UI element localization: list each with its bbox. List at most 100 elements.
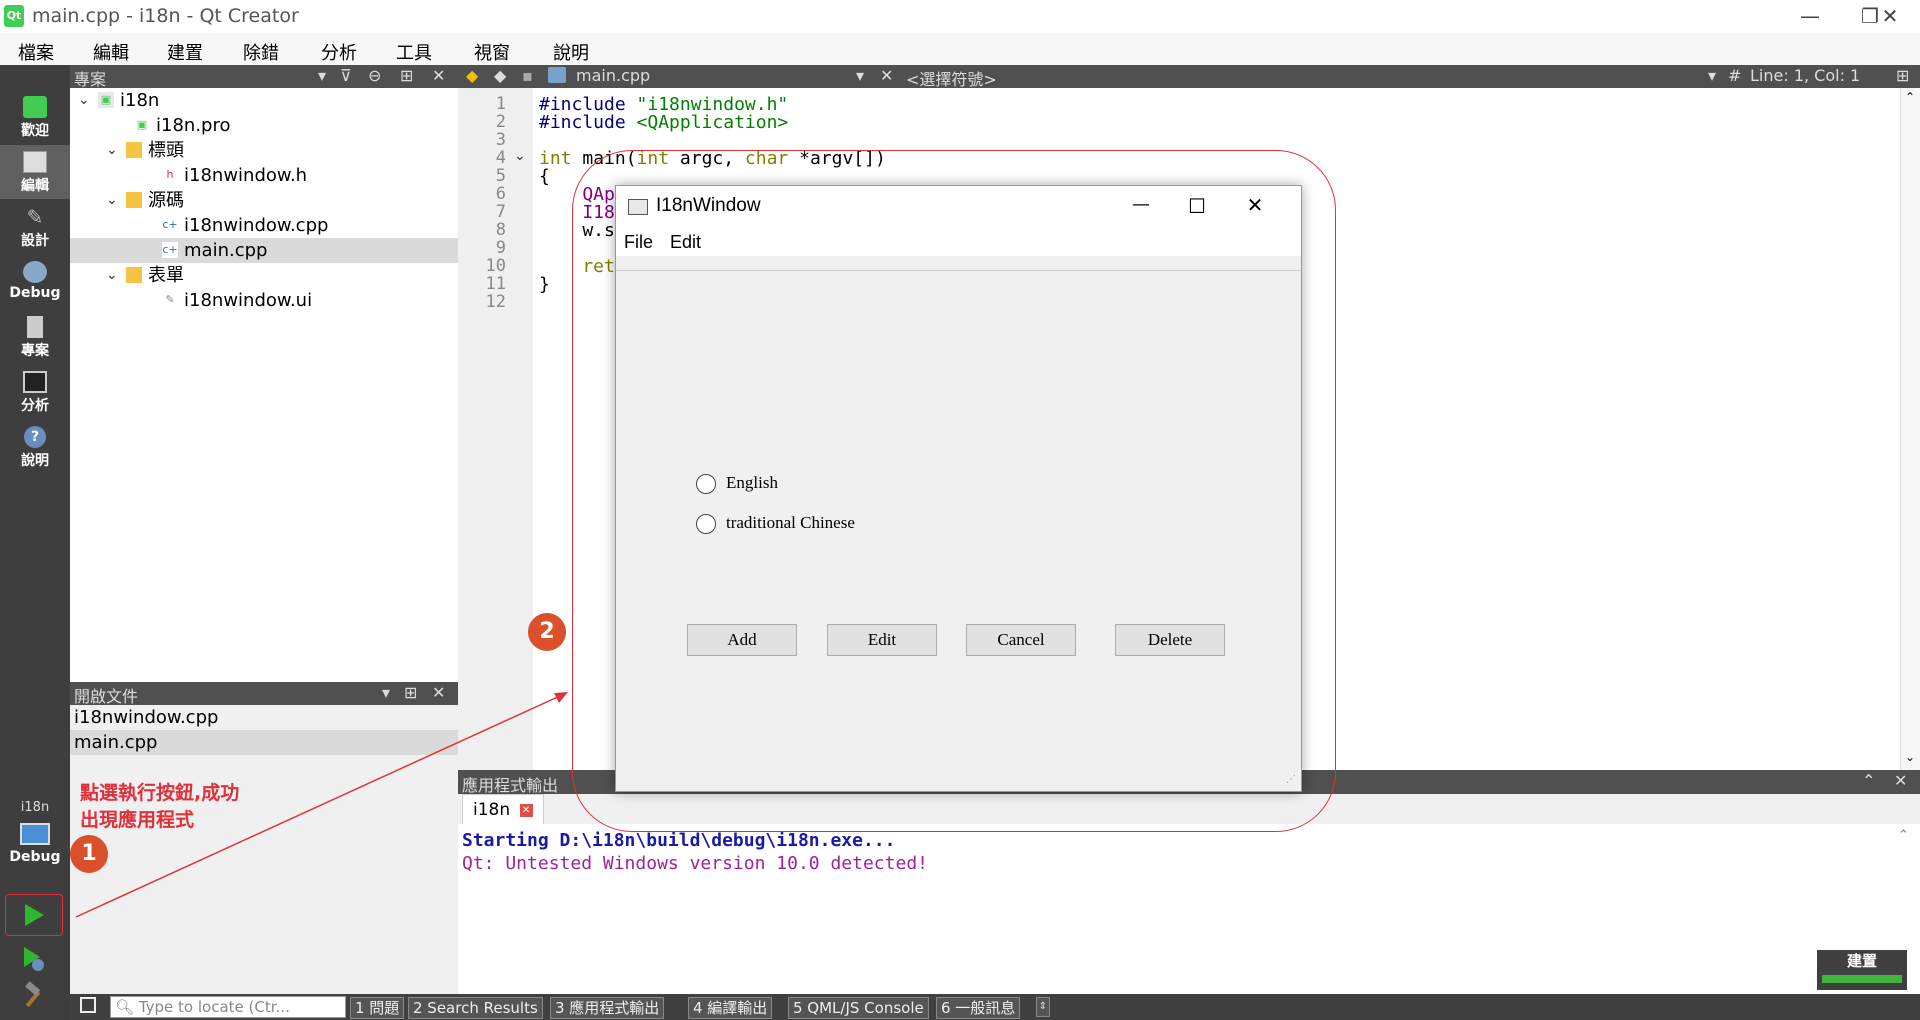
minimize-icon[interactable]: — bbox=[1780, 0, 1840, 33]
forward-icon[interactable]: ◆ bbox=[494, 66, 506, 85]
tree-item[interactable]: h i18nwindow.h bbox=[70, 163, 458, 188]
kit-selector[interactable]: Debug bbox=[0, 823, 70, 873]
output-line: Qt: Untested Windows version 10.0 detect… bbox=[462, 853, 928, 874]
tree-item[interactable]: ⌄ 表單 bbox=[70, 263, 458, 288]
maximize-pane-icon[interactable]: ⌃ bbox=[1862, 771, 1875, 790]
mode-debug[interactable]: Debug bbox=[0, 255, 70, 309]
stop-icon[interactable]: ✕ bbox=[519, 803, 533, 817]
scroll-down-icon[interactable]: ⌄ bbox=[1905, 750, 1915, 764]
menu-tools[interactable]: 工具 bbox=[396, 39, 432, 65]
filter-icon[interactable]: ⊽ bbox=[340, 66, 352, 85]
status-tab-search[interactable]: 2 Search Results bbox=[408, 997, 543, 1019]
line-number: 8 bbox=[495, 220, 506, 240]
edit-button[interactable]: Edit bbox=[827, 624, 937, 656]
mode-design[interactable]: ✎ 設計 bbox=[0, 200, 70, 254]
editor-scrollbar[interactable]: ⌃ ⌄ bbox=[1900, 88, 1920, 770]
line-number: 12 bbox=[485, 292, 506, 312]
status-bar: 🔍︎ Type to locate (Ctr... 1 問題 2 Search … bbox=[70, 994, 1920, 1020]
scroll-up-icon[interactable]: ⌃ bbox=[1905, 90, 1915, 104]
close-file-icon[interactable]: ✕ bbox=[880, 66, 893, 85]
debug-run-button[interactable] bbox=[18, 943, 48, 973]
link-icon[interactable]: ⊖ bbox=[368, 66, 381, 85]
radio-button[interactable] bbox=[696, 474, 716, 494]
cpp-file-icon: c+ bbox=[162, 242, 178, 258]
tree-item-label: i18nwindow.h bbox=[184, 165, 308, 186]
design-icon: ✎ bbox=[26, 205, 44, 229]
status-tab-qml-console[interactable]: 5 QML/JS Console bbox=[788, 997, 929, 1019]
delete-button[interactable]: Delete bbox=[1115, 624, 1225, 656]
menu-analyze[interactable]: 分析 bbox=[321, 39, 357, 65]
app-menu-edit[interactable]: Edit bbox=[670, 232, 701, 253]
fold-arrow-icon[interactable]: ⌄ bbox=[514, 148, 526, 164]
file-dropdown-icon[interactable]: ▾ bbox=[856, 66, 864, 85]
tree-item[interactable]: ▣ i18n.pro bbox=[70, 113, 458, 138]
expand-arrow-icon[interactable]: ⌄ bbox=[78, 88, 90, 113]
radio-button[interactable] bbox=[696, 514, 716, 534]
locator-input[interactable]: 🔍︎ Type to locate (Ctr... bbox=[110, 996, 346, 1018]
tree-item[interactable]: ⌄ 源碼 bbox=[70, 188, 458, 213]
build-button[interactable] bbox=[18, 980, 48, 1010]
tree-item-label: i18nwindow.cpp bbox=[184, 215, 329, 236]
toggle-sidebar-icon[interactable] bbox=[80, 997, 96, 1013]
menu-help[interactable]: 說明 bbox=[553, 39, 589, 65]
tree-item[interactable]: ⌄ ▣ i18n bbox=[70, 88, 458, 113]
split-editor-icon[interactable]: ⊞ bbox=[1896, 66, 1909, 85]
menu-window[interactable]: 視窗 bbox=[474, 39, 510, 65]
tree-item[interactable]: c+ main.cpp bbox=[70, 238, 458, 263]
close-panel-icon[interactable]: ✕ bbox=[432, 66, 445, 85]
open-doc-item[interactable]: main.cpp bbox=[70, 730, 458, 755]
status-tab-general[interactable]: 6 一般訊息 bbox=[936, 997, 1021, 1019]
line-number: 10 bbox=[485, 256, 506, 276]
app-minimize-icon[interactable]: — bbox=[1116, 194, 1166, 215]
annotation-note: 點選執行按鈕,成功 出現應用程式 bbox=[80, 780, 239, 834]
editor-file-name[interactable]: main.cpp bbox=[576, 66, 650, 85]
symbol-selector[interactable]: <選擇符號> bbox=[906, 66, 997, 90]
mode-help[interactable]: ? 說明 bbox=[0, 420, 70, 474]
menu-file[interactable]: 檔案 bbox=[18, 39, 54, 65]
view-dropdown-icon[interactable]: ▾ bbox=[318, 66, 326, 85]
mode-projects[interactable]: 專案 bbox=[0, 310, 70, 364]
close-icon[interactable]: ✕ bbox=[1860, 0, 1920, 33]
open-doc-item[interactable]: i18nwindow.cpp bbox=[70, 705, 458, 730]
resize-grip-icon[interactable]: ⋰ bbox=[1286, 774, 1296, 785]
mode-analyze[interactable]: 分析 bbox=[0, 365, 70, 419]
menu-edit[interactable]: 編輯 bbox=[93, 39, 129, 65]
back-icon[interactable]: ◆ bbox=[466, 66, 478, 85]
menu-debug[interactable]: 除錯 bbox=[243, 39, 279, 65]
view-dropdown-icon[interactable]: ▾ bbox=[382, 683, 390, 702]
app-menu-file[interactable]: File bbox=[624, 232, 653, 253]
tree-item[interactable]: c+ i18nwindow.cpp bbox=[70, 213, 458, 238]
mode-edit[interactable]: 編輯 bbox=[0, 145, 70, 199]
status-tab-compile-output[interactable]: 4 編譯輸出 bbox=[688, 997, 773, 1019]
tree-item[interactable]: ✎ i18nwindow.ui bbox=[70, 288, 458, 313]
add-button[interactable]: Add bbox=[687, 624, 797, 656]
scroll-up-icon[interactable]: ⌃ bbox=[1898, 828, 1909, 843]
menu-build[interactable]: 建置 bbox=[167, 39, 203, 65]
edit-mode-icon bbox=[23, 151, 47, 173]
more-tabs-icon[interactable]: ⇕ bbox=[1036, 997, 1050, 1017]
symbol-dropdown-icon[interactable]: ▾ bbox=[1708, 66, 1716, 85]
cpp-file-icon: c+ bbox=[162, 217, 178, 233]
tree-item[interactable]: ⌄ 標頭 bbox=[70, 138, 458, 163]
output-tab-i18n[interactable]: i18n ✕ bbox=[462, 794, 544, 825]
output-tab-label: i18n bbox=[473, 800, 511, 820]
cancel-button[interactable]: Cancel bbox=[966, 624, 1076, 656]
build-progress: 建置 bbox=[1817, 950, 1907, 990]
expand-arrow-icon[interactable]: ⌄ bbox=[106, 188, 118, 213]
status-tab-issues[interactable]: 1 問題 bbox=[350, 997, 405, 1019]
projects-icon bbox=[27, 316, 43, 338]
split-icon[interactable]: ⊞ bbox=[404, 683, 417, 702]
header-file-icon: h bbox=[162, 167, 178, 183]
close-panel-icon[interactable]: ✕ bbox=[432, 683, 445, 702]
expand-arrow-icon[interactable]: ⌄ bbox=[106, 263, 118, 288]
mode-welcome[interactable]: 歡迎 bbox=[0, 90, 70, 144]
split-icon[interactable]: ⊞ bbox=[400, 66, 413, 85]
close-pane-icon[interactable]: ✕ bbox=[1894, 771, 1907, 790]
app-maximize-icon[interactable]: ☐ bbox=[1172, 194, 1222, 218]
expand-arrow-icon[interactable]: ⌄ bbox=[106, 138, 118, 163]
window-title: main.cpp - i18n - Qt Creator bbox=[32, 5, 299, 27]
status-tab-app-output[interactable]: 3 應用程式輸出 bbox=[550, 997, 665, 1019]
app-close-icon[interactable]: ✕ bbox=[1230, 193, 1280, 217]
run-button[interactable] bbox=[5, 894, 63, 936]
qt-welcome-icon bbox=[23, 96, 47, 118]
